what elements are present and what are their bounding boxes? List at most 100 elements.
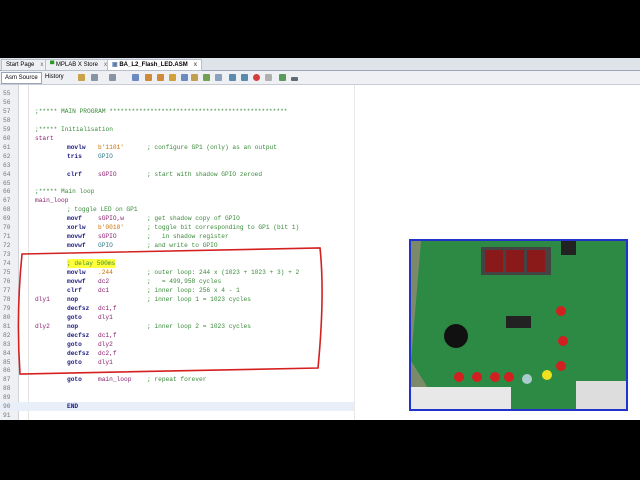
find-icon[interactable] — [132, 74, 139, 81]
close-icon[interactable]: x — [40, 62, 43, 68]
line-number: 77 — [3, 286, 11, 294]
comment: ; repeat forever — [147, 376, 207, 384]
code-line[interactable]: 81 dly2 nop ; inner loop 2 = 1023 cycles — [0, 322, 354, 331]
back-icon[interactable] — [91, 74, 98, 81]
next-bookmark-icon[interactable] — [203, 74, 210, 81]
instruction: decfsz — [67, 331, 90, 339]
code-line[interactable]: 73 — [0, 250, 354, 259]
instruction: nop — [67, 295, 79, 303]
code-line[interactable]: 68 ; toggle LED on GP1 — [0, 205, 354, 214]
code-line[interactable]: 66 ;***** Main loop — [0, 187, 354, 196]
line-number: 74 — [3, 260, 11, 268]
line-number: 85 — [3, 358, 11, 366]
instruction: movwf — [67, 233, 86, 241]
line-number: 81 — [3, 322, 11, 330]
code-line[interactable]: 69 movf sGPIO,w ; get shadow copy of GPIO — [0, 214, 354, 223]
toggle-rect-select-icon[interactable] — [181, 74, 188, 81]
code-line[interactable]: 58 — [0, 116, 354, 125]
history-button[interactable]: History — [42, 72, 67, 82]
code-line[interactable]: 85 goto dly1 — [0, 358, 354, 367]
code-line[interactable]: 67 main_loop — [0, 196, 354, 205]
code-line[interactable]: 71 movwf sGPIO ; in shadow register — [0, 232, 354, 241]
tab-label: MPLAB X Store — [55, 62, 98, 68]
line-number: 86 — [3, 367, 11, 375]
shift-right-icon[interactable] — [241, 74, 248, 81]
forward-icon[interactable] — [109, 74, 116, 81]
instruction: decfsz — [67, 304, 90, 312]
uncomment-icon[interactable] — [291, 77, 298, 81]
close-icon[interactable]: x — [194, 62, 197, 68]
code-line[interactable]: 84 decfsz dc2,f — [0, 349, 354, 358]
operand: dc1,f — [98, 331, 117, 339]
operand: b'0010' — [98, 224, 124, 232]
tab-start-page[interactable]: Start Page x — [1, 59, 49, 71]
code-line[interactable]: 89 — [0, 393, 354, 402]
tab-asm-file[interactable]: ▣ BA_L2_Flash_LED.ASM x — [107, 59, 203, 71]
code-line[interactable]: 72 movwf GPIO ; and write to GPIO — [0, 241, 354, 250]
comment: ; inner loop 1 = 1023 cycles — [147, 295, 251, 303]
operand: GPIO — [98, 242, 113, 250]
line-number: 67 — [3, 197, 11, 205]
code-line[interactable]: 86 — [0, 366, 354, 375]
operand: dly1 — [98, 358, 113, 366]
code-line[interactable]: 56 — [0, 98, 354, 107]
comment: ; get shadow copy of GPIO — [147, 215, 240, 223]
find-previous-icon[interactable] — [145, 74, 152, 81]
code-line[interactable]: 62 tris GPIO — [0, 152, 354, 161]
operand: GPIO — [98, 152, 113, 160]
code-line[interactable]: 78 dly1 nop ; inner loop 1 = 1023 cycles — [0, 295, 354, 304]
instruction: clrf — [67, 286, 82, 294]
code-line[interactable]: 80 goto dly1 — [0, 313, 354, 322]
line-number: 91 — [3, 412, 11, 420]
highlighted-comment: ; delay 500ms — [67, 259, 116, 269]
code-line[interactable]: 63 — [0, 161, 354, 170]
toggle-bookmark-icon[interactable] — [215, 74, 222, 81]
line-number: 75 — [3, 269, 11, 276]
code-line[interactable]: 64 clrf sGPIO ; start with shadow GPIO zero… — [0, 170, 354, 179]
asm-source-button[interactable]: Asm Source — [1, 72, 42, 84]
mplab-ide-window: Start Page x ▀ MPLAB X Store x ▣ BA_L2_Fla… — [0, 58, 640, 420]
operand: dc1 — [98, 286, 110, 294]
previous-bookmark-icon[interactable] — [191, 74, 198, 81]
comment: ; = 499,958 cycles — [147, 277, 222, 285]
code-line[interactable]: 91 — [0, 411, 354, 420]
code-line[interactable]: 74 ; delay 500ms — [0, 259, 354, 269]
tab-label: Start Page — [6, 62, 35, 68]
start-macro-icon[interactable] — [253, 74, 260, 81]
stop-macro-icon[interactable] — [265, 74, 272, 81]
code-line[interactable]: 60 start — [0, 134, 354, 143]
instruction: goto — [67, 340, 82, 348]
code-line[interactable]: 79 decfsz dc1,f — [0, 304, 354, 313]
line-number: 88 — [3, 385, 11, 393]
line-number: 79 — [3, 304, 11, 312]
code-line[interactable]: 87 goto main_loop ; repeat forever — [0, 375, 354, 384]
operand: dc2,f — [98, 349, 117, 357]
code-line[interactable]: 75 movlw .244 ; outer loop: 244 x (1023 + 1… — [0, 268, 354, 277]
comment-icon[interactable] — [279, 74, 286, 81]
find-next-icon[interactable] — [157, 74, 164, 81]
line-number: 60 — [3, 134, 11, 142]
code-line[interactable]: 65 — [0, 179, 354, 188]
code-line[interactable]: 82 decfsz dc1,f — [0, 331, 354, 340]
comment: ;***** Main loop — [35, 188, 95, 196]
code-line[interactable]: 61 movlw b'1101' ; configure GP1 (only) as … — [0, 143, 354, 152]
code-label: dly2 — [35, 322, 50, 330]
code-line[interactable]: 76 movwf dc2 ; = 499,958 cycles — [0, 277, 354, 286]
comment: ;***** Initialisation — [35, 125, 113, 133]
code-line[interactable]: 57 ;***** MAIN PROGRAM ******************… — [0, 107, 354, 116]
code-label: start — [35, 134, 54, 142]
line-number: 80 — [3, 313, 11, 321]
code-line[interactable]: 77 clrf dc1 ; inner loop: 256 x 4 - 1 — [0, 286, 354, 295]
operand: dly1 — [98, 313, 113, 321]
code-line[interactable]: 59 ;***** Initialisation — [0, 125, 354, 134]
code-line[interactable]: 83 goto dly2 — [0, 340, 354, 349]
code-line[interactable]: 55 — [0, 89, 354, 98]
code-line[interactable]: 88 — [0, 384, 354, 393]
last-edit-icon[interactable] — [78, 74, 85, 81]
code-line[interactable]: 70 xorlw b'0010' ; toggle bit corresponding… — [0, 223, 354, 232]
tab-mplab-x-store[interactable]: ▀ MPLAB X Store x — [45, 59, 112, 71]
code-line[interactable]: 90 END — [0, 402, 354, 412]
shift-left-icon[interactable] — [229, 74, 236, 81]
toggle-highlight-icon[interactable] — [169, 74, 176, 81]
right-margin-guide — [354, 85, 355, 420]
